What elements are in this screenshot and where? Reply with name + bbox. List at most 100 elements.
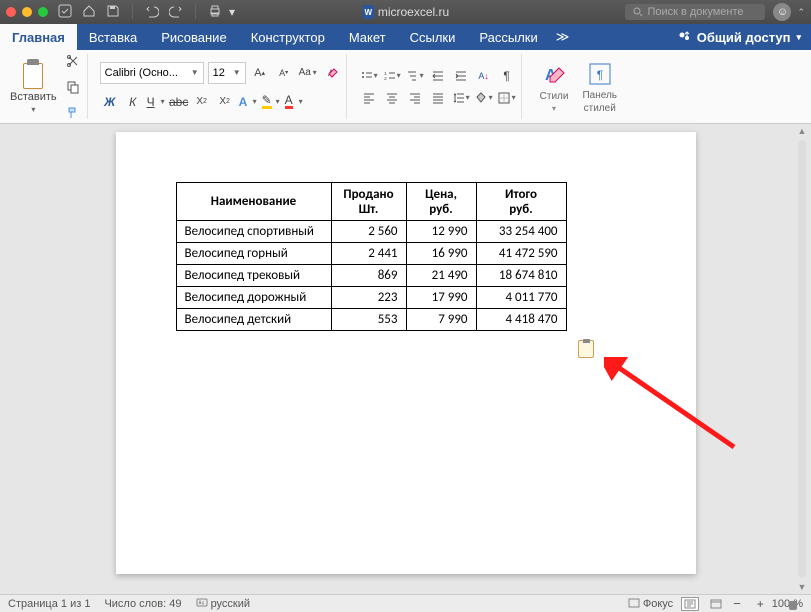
print-icon[interactable] (208, 4, 222, 21)
tab-design[interactable]: Конструктор (239, 24, 337, 50)
tab-references[interactable]: Ссылки (398, 24, 468, 50)
change-case-icon[interactable]: Aa▾ (298, 63, 318, 83)
table-row[interactable]: Велосипед дорожный22317 9904 011 770 (176, 287, 566, 309)
increase-indent-icon[interactable] (451, 66, 471, 86)
align-left-icon[interactable] (359, 88, 379, 108)
ribbon: Вставить ▾ Calibri (Осно...▼ 12▼ A▴ A▾ A… (0, 50, 811, 124)
search-placeholder: Поиск в документе (647, 6, 743, 18)
share-button[interactable]: Общий доступ ▾ (667, 24, 811, 50)
qat-more-icon[interactable]: ▾ (222, 5, 242, 19)
tab-draw[interactable]: Рисование (149, 24, 238, 50)
borders-icon[interactable]: ▾ (497, 88, 517, 108)
styles-pane-button[interactable]: ¶ Панельстилей (576, 60, 623, 114)
table-row[interactable]: Велосипед горный2 44116 99041 472 590 (176, 243, 566, 265)
quick-access-toolbar (58, 4, 222, 21)
window-controls (6, 7, 48, 17)
minimize-window[interactable] (22, 7, 32, 17)
font-name-combo[interactable]: Calibri (Осно...▼ (100, 62, 204, 84)
italic-button[interactable]: К (123, 92, 143, 112)
svg-text:¶: ¶ (596, 68, 602, 82)
autosave-icon[interactable] (58, 4, 72, 21)
vertical-scrollbar[interactable]: ▲ ▼ (795, 126, 809, 592)
styles-group: A Стили▾ ¶ Панельстилей (530, 54, 627, 119)
scroll-down-icon[interactable]: ▼ (797, 582, 807, 592)
decrease-indent-icon[interactable] (428, 66, 448, 86)
superscript-button[interactable]: X2 (215, 92, 235, 112)
data-table[interactable]: Наименование ПроданоШт. Цена,руб. Итогор… (176, 182, 567, 331)
search-box[interactable]: Поиск в документе (625, 4, 765, 20)
cut-icon[interactable] (63, 51, 83, 71)
search-icon (633, 7, 643, 17)
web-layout-view-icon[interactable] (707, 597, 725, 611)
tab-layout[interactable]: Макет (337, 24, 398, 50)
word-doc-icon: W (362, 5, 374, 19)
grow-font-icon[interactable]: A▴ (250, 63, 270, 83)
profile-icon[interactable]: ☺ (773, 3, 791, 21)
multilevel-list-icon[interactable]: ▾ (405, 66, 425, 86)
ribbon-tabs: Главная Вставка Рисование Конструктор Ма… (0, 24, 811, 50)
word-count[interactable]: Число слов: 49 (104, 598, 181, 610)
subscript-button[interactable]: X2 (192, 92, 212, 112)
zoom-in-icon[interactable]: + (757, 597, 764, 611)
col-price: Цена,руб. (406, 183, 476, 221)
close-window[interactable] (6, 7, 16, 17)
clipboard-group: Вставить ▾ (6, 54, 88, 119)
tab-insert[interactable]: Вставка (77, 24, 149, 50)
strikethrough-button[interactable]: abc (169, 92, 189, 112)
shrink-font-icon[interactable]: A▾ (274, 63, 294, 83)
paragraph-group: ▾ 12▾ ▾ A↓ ¶ ▾ ▾ ▾ (355, 54, 522, 119)
table-row[interactable]: Велосипед спортивный2 56012 99033 254 40… (176, 221, 566, 243)
font-size-combo[interactable]: 12▼ (208, 62, 246, 84)
tab-mailings[interactable]: Рассылки (467, 24, 549, 50)
sort-icon[interactable]: A↓ (474, 66, 494, 86)
shading-icon[interactable]: ▾ (474, 88, 494, 108)
table-row[interactable]: Велосипед трековый86921 49018 674 810 (176, 265, 566, 287)
focus-mode[interactable]: Фокус (628, 598, 673, 610)
paste-options-icon[interactable] (578, 340, 594, 358)
show-marks-icon[interactable]: ¶ (497, 66, 517, 86)
document-area: Наименование ПроданоШт. Цена,руб. Итогор… (0, 124, 811, 594)
font-group: Calibri (Осно...▼ 12▼ A▴ A▾ Aa▾ A Ж К Ч▾… (96, 54, 347, 119)
col-total: Итогоруб. (476, 183, 566, 221)
page-indicator[interactable]: Страница 1 из 1 (8, 598, 90, 610)
clear-formatting-icon[interactable]: A (322, 63, 342, 83)
bullets-icon[interactable]: ▾ (359, 66, 379, 86)
document-title: W microexcel.ru (362, 5, 449, 19)
tab-home[interactable]: Главная (0, 24, 77, 50)
ribbon-collapse-icon[interactable]: ⌃ (797, 7, 805, 18)
align-right-icon[interactable] (405, 88, 425, 108)
scroll-up-icon[interactable]: ▲ (797, 126, 807, 136)
home-icon[interactable] (82, 4, 96, 21)
underline-button[interactable]: Ч▾ (146, 92, 166, 112)
zoom-level[interactable]: 100 % (772, 598, 803, 610)
undo-icon[interactable] (145, 4, 159, 21)
align-center-icon[interactable] (382, 88, 402, 108)
redo-icon[interactable] (169, 4, 183, 21)
zoom-out-icon[interactable]: − (733, 596, 741, 611)
line-spacing-icon[interactable]: ▾ (451, 88, 471, 108)
page[interactable]: Наименование ПроданоШт. Цена,руб. Итогор… (116, 132, 696, 574)
save-icon[interactable] (106, 4, 120, 21)
paste-button[interactable]: Вставить ▾ (10, 59, 57, 114)
zoom-window[interactable] (38, 7, 48, 17)
styles-button[interactable]: A Стили▾ (534, 61, 575, 113)
col-sold: ПроданоШт. (331, 183, 406, 221)
justify-icon[interactable] (428, 88, 448, 108)
font-color-icon[interactable]: A▾ (284, 92, 304, 112)
svg-text:2: 2 (384, 75, 387, 81)
table-row[interactable]: Велосипед детский5537 9904 418 470 (176, 309, 566, 331)
col-name: Наименование (176, 183, 331, 221)
tabs-overflow-icon[interactable]: ≫ (550, 24, 576, 50)
highlight-icon[interactable]: ✎▾ (261, 92, 281, 112)
copy-icon[interactable] (63, 77, 83, 97)
text-effects-icon[interactable]: A▾ (238, 92, 258, 112)
svg-text:W: W (364, 8, 372, 17)
bold-button[interactable]: Ж (100, 92, 120, 112)
language-indicator[interactable]: русский (196, 598, 251, 610)
titlebar: ▾ W microexcel.ru Поиск в документе ☺ ⌃ (0, 0, 811, 24)
print-layout-view-icon[interactable] (681, 597, 699, 611)
numbering-icon[interactable]: 12▾ (382, 66, 402, 86)
annotation-arrow (604, 357, 764, 467)
share-icon (677, 30, 691, 44)
format-painter-icon[interactable] (63, 103, 83, 123)
